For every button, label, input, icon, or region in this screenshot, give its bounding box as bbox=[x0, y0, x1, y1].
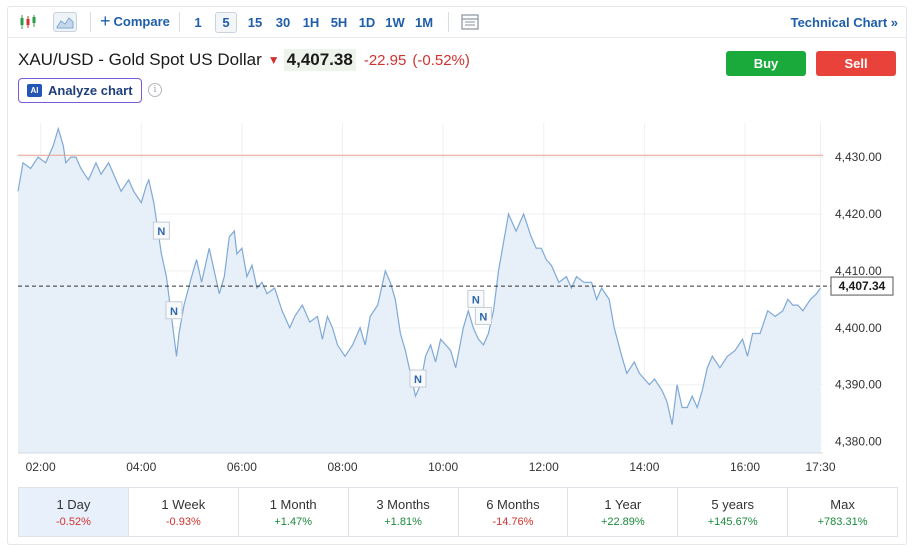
timeframe-1d[interactable]: 1D bbox=[356, 12, 378, 33]
analyze-chart-label: Analyze chart bbox=[48, 83, 133, 98]
range-max[interactable]: Max +783.31% bbox=[788, 488, 897, 536]
down-arrow-icon: ▼ bbox=[267, 53, 280, 67]
range-change: -0.52% bbox=[56, 515, 91, 528]
range-label: 1 Day bbox=[56, 496, 91, 512]
y-tick-label: 4,420.00 bbox=[835, 207, 882, 221]
range-3-months[interactable]: 3 Months +1.81% bbox=[349, 488, 459, 536]
range-1-year[interactable]: 1 Year +22.89% bbox=[568, 488, 679, 536]
chart-widget: + Compare 1 5 15 30 1H 5H 1D 1W 1M Techn… bbox=[7, 6, 907, 545]
x-tick-label: 06:00 bbox=[227, 460, 257, 474]
range-1-day[interactable]: 1 Day -0.52% bbox=[19, 488, 129, 536]
y-tick-label: 4,380.00 bbox=[835, 435, 882, 449]
timeframe-5h[interactable]: 5H bbox=[328, 12, 350, 33]
range-label: 6 Months bbox=[486, 496, 540, 512]
toolbar-divider bbox=[179, 12, 180, 32]
price-change-percent: (-0.52%) bbox=[412, 51, 470, 69]
range-change: +783.31% bbox=[817, 515, 868, 528]
y-tick-label: 4,400.00 bbox=[835, 321, 882, 335]
news-marker-label: N bbox=[414, 374, 422, 386]
range-change: -0.93% bbox=[165, 515, 201, 528]
current-price-label: 4,407.34 bbox=[839, 279, 886, 293]
area-chart-icon[interactable] bbox=[53, 12, 77, 32]
news-marker[interactable]: N bbox=[474, 306, 492, 325]
range-6-months[interactable]: 6 Months -14.76% bbox=[459, 488, 569, 536]
x-tick-label: 08:00 bbox=[328, 460, 358, 474]
range-label: 3 Months bbox=[376, 496, 430, 512]
timeframe-15[interactable]: 15 bbox=[244, 12, 266, 33]
timeframe-5[interactable]: 5 bbox=[215, 12, 237, 33]
buy-button[interactable]: Buy bbox=[726, 51, 806, 76]
chart-toolbar: + Compare 1 5 15 30 1H 5H 1D 1W 1M Techn… bbox=[8, 7, 906, 38]
timeframe-1w[interactable]: 1W bbox=[383, 12, 407, 33]
y-tick-label: 4,430.00 bbox=[835, 150, 882, 164]
x-tick-label: 17:30 bbox=[805, 460, 835, 474]
timeframe-1[interactable]: 1 bbox=[189, 12, 207, 33]
range-change: +1.47% bbox=[274, 515, 312, 528]
x-tick-label: 16:00 bbox=[730, 460, 760, 474]
range-label: Max bbox=[830, 496, 855, 512]
news-marker[interactable]: N bbox=[152, 221, 170, 240]
x-tick-label: 10:00 bbox=[428, 460, 458, 474]
info-icon[interactable]: i bbox=[148, 83, 162, 97]
x-tick-label: 04:00 bbox=[126, 460, 156, 474]
timeframe-1m[interactable]: 1M bbox=[412, 12, 436, 33]
toolbar-divider bbox=[448, 12, 449, 32]
toolbar-divider bbox=[90, 12, 91, 32]
y-tick-label: 4,390.00 bbox=[835, 378, 882, 392]
price-chart[interactable]: Investing.com02:0004:0006:0008:0010:0012… bbox=[8, 115, 906, 475]
news-marker-label: N bbox=[170, 306, 178, 318]
range-label: 1 Year bbox=[604, 496, 642, 512]
news-marker[interactable]: N bbox=[409, 369, 427, 388]
news-marker-label: N bbox=[479, 311, 487, 323]
range-1-month[interactable]: 1 Month +1.47% bbox=[239, 488, 349, 536]
instrument-title: XAU/USD - Gold Spot US Dollar bbox=[18, 50, 262, 69]
y-tick-label: 4,410.00 bbox=[835, 264, 882, 278]
instrument-header: XAU/USD - Gold Spot US Dollar ▼ 4,407.38… bbox=[18, 49, 470, 71]
x-tick-label: 14:00 bbox=[629, 460, 659, 474]
plus-icon: + bbox=[100, 10, 111, 31]
range-change: -14.76% bbox=[492, 515, 534, 528]
compare-label: Compare bbox=[113, 14, 170, 29]
range-5-years[interactable]: 5 years +145.67% bbox=[678, 488, 789, 536]
x-tick-label: 12:00 bbox=[529, 460, 559, 474]
x-tick-label: 02:00 bbox=[26, 460, 56, 474]
news-marker[interactable]: N bbox=[467, 289, 485, 308]
sell-button[interactable]: Sell bbox=[816, 51, 896, 76]
news-marker[interactable]: N bbox=[165, 301, 183, 320]
range-change: +1.81% bbox=[384, 515, 422, 528]
last-price: 4,407.38 bbox=[283, 49, 356, 71]
news-marker-label: N bbox=[157, 226, 165, 238]
layout-icon[interactable] bbox=[458, 12, 482, 32]
news-marker-label: N bbox=[472, 294, 480, 306]
range-label: 1 Week bbox=[161, 496, 206, 512]
range-label: 1 Month bbox=[269, 496, 317, 512]
analyze-chart-button[interactable]: AI Analyze chart bbox=[18, 78, 142, 103]
range-change: +22.89% bbox=[600, 515, 645, 528]
ai-icon: AI bbox=[27, 84, 42, 97]
timeframe-30[interactable]: 30 bbox=[272, 12, 294, 33]
range-label: 5 years bbox=[711, 496, 754, 512]
candlestick-icon[interactable] bbox=[16, 12, 40, 32]
range-1-week[interactable]: 1 Week -0.93% bbox=[129, 488, 239, 536]
performance-ranges: 1 Day -0.52% 1 Week -0.93% 1 Month +1.47% 3 Mo… bbox=[18, 487, 898, 537]
range-change: +145.67% bbox=[707, 515, 758, 528]
price-change: -22.95 bbox=[363, 51, 407, 69]
technical-chart-link[interactable]: Technical Chart » bbox=[791, 15, 898, 30]
timeframe-1h[interactable]: 1H bbox=[300, 12, 322, 33]
compare-button[interactable]: + Compare bbox=[100, 10, 170, 31]
